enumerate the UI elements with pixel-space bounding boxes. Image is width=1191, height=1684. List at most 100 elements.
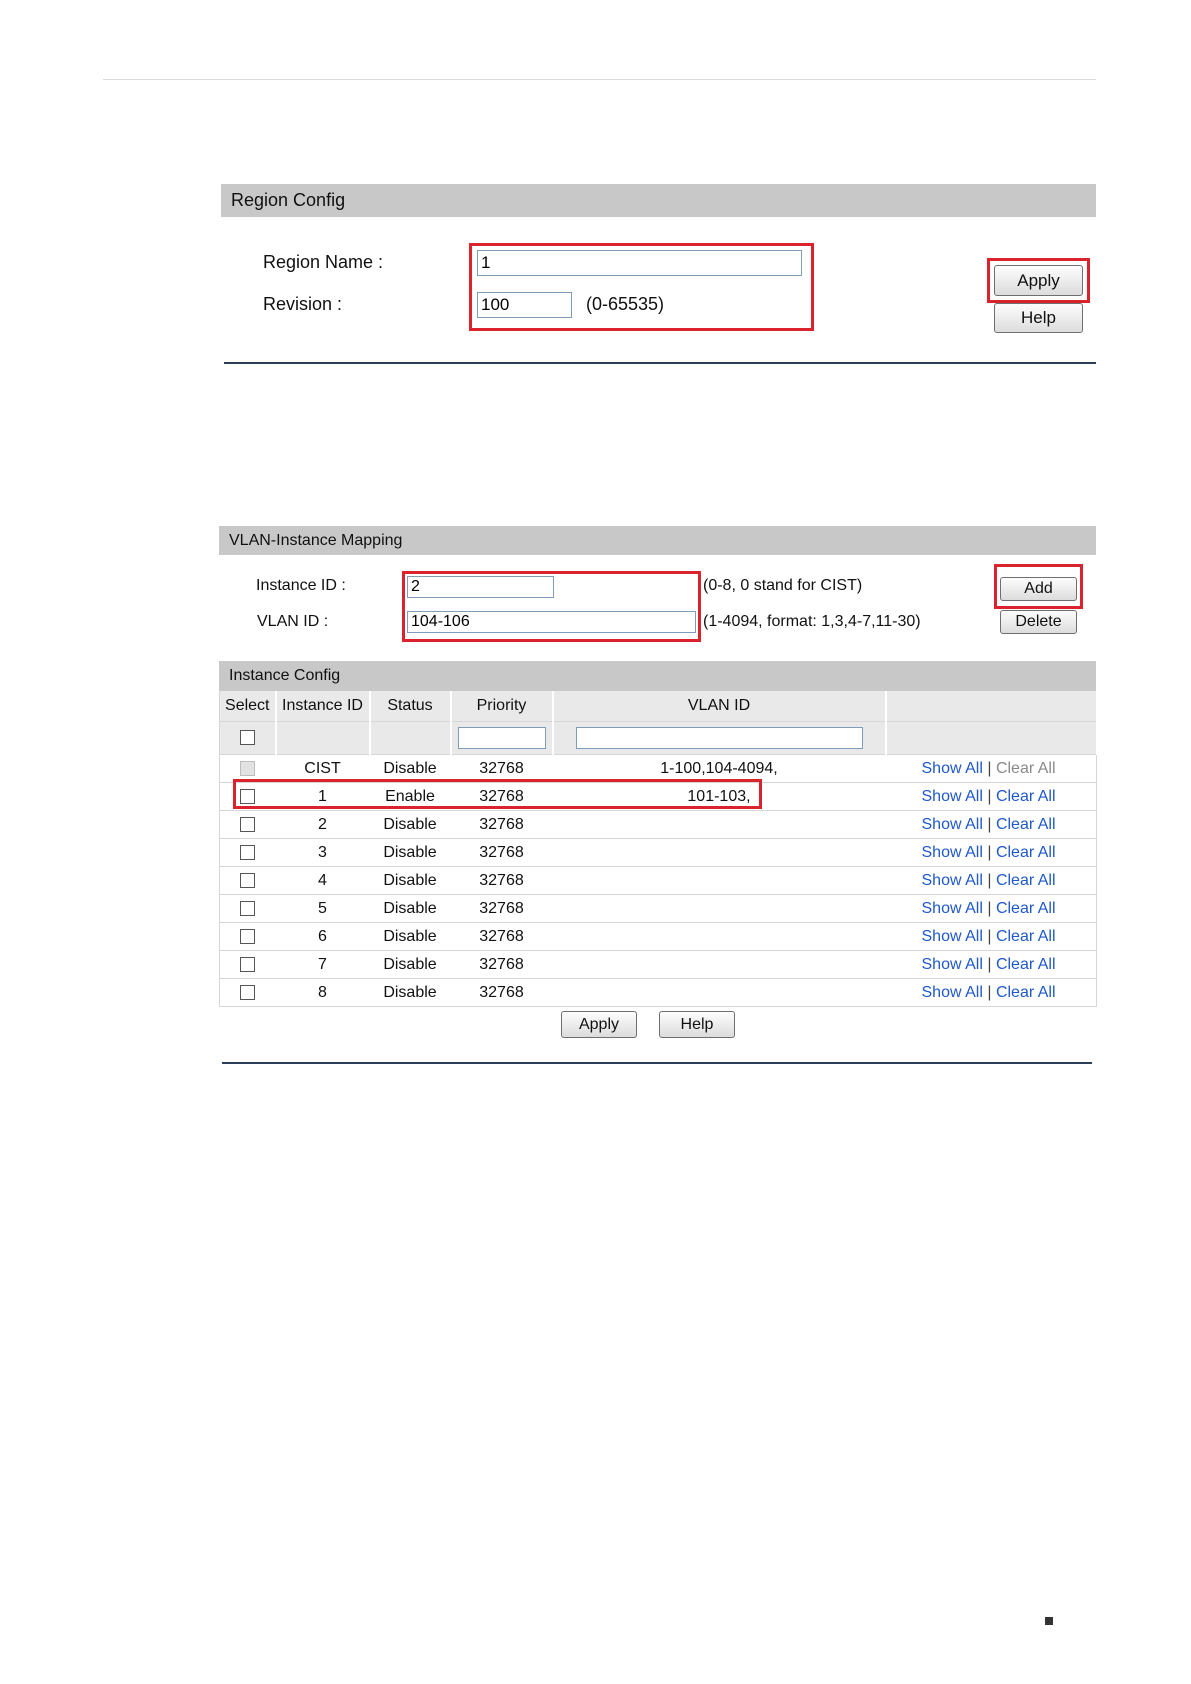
row-select-checkbox[interactable] [240,956,256,972]
row-actions: Show All | Clear All [885,978,1097,1007]
link-separator: | [987,871,992,889]
instance-id-input[interactable] [407,576,554,598]
row-select-checkbox[interactable] [240,900,256,916]
column-header-status: Status [369,691,452,722]
show-all-link[interactable]: Show All [922,984,983,1001]
table-row: 4 Disable 32768 Show All | Clear All [219,866,1097,895]
clear-all-link[interactable]: Clear All [996,788,1056,805]
row-instance-id: 6 [275,922,370,951]
row-actions: Show All | Clear All [885,810,1097,839]
row-priority: 32768 [450,894,553,923]
row-priority: 32768 [450,810,553,839]
row-select-checkbox[interactable] [240,872,256,888]
row-status: Disable [369,950,451,979]
row-instance-id: CIST [275,754,370,783]
link-separator: | [987,927,992,945]
row-select-checkbox[interactable] [240,816,256,832]
link-separator: | [987,955,992,973]
row-priority: 32768 [450,838,553,867]
clear-all-link[interactable]: Clear All [996,928,1056,945]
clear-all-link[interactable]: Clear All [996,844,1056,861]
link-separator: | [987,983,992,1001]
table-row: 2 Disable 32768 Show All | Clear All [219,810,1097,839]
row-actions: Show All | Clear All [885,894,1097,923]
delete-button[interactable]: Delete [1000,610,1077,634]
table-row: 1 Enable 32768 101-103, Show All | Clear All [219,782,1097,811]
row-actions: Show All | Clear All [885,866,1097,895]
row-actions: Show All | Clear All [885,782,1097,811]
table-row: 7 Disable 32768 Show All | Clear All [219,950,1097,979]
row-instance-id: 8 [275,978,370,1007]
row-priority: 32768 [450,782,553,811]
clear-all-link[interactable]: Clear All [996,984,1056,1001]
row-priority: 32768 [450,866,553,895]
row-select-checkbox [240,760,256,776]
region-apply-button[interactable]: Apply [994,265,1083,296]
show-all-link[interactable]: Show All [922,760,983,777]
region-config-header: Region Config [221,184,1096,217]
show-all-link[interactable]: Show All [922,900,983,917]
table-header-row: Select Instance ID Status Priority VLAN … [219,691,1098,722]
column-header-actions [885,691,1098,722]
row-vlan-id [552,810,886,839]
row-actions: Show All | Clear All [885,950,1097,979]
table-row: 3 Disable 32768 Show All | Clear All [219,838,1097,867]
column-header-priority: Priority [450,691,554,722]
row-status: Disable [369,894,451,923]
table-row: 8 Disable 32768 Show All | Clear All [219,978,1097,1007]
row-select-checkbox[interactable] [240,788,256,804]
clear-all-link[interactable]: Clear All [996,816,1056,833]
row-vlan-id [552,894,886,923]
row-vlan-id: 101-103, [552,782,886,811]
row-status: Disable [369,810,451,839]
show-all-link[interactable]: Show All [922,788,983,805]
region-config-bottom-rule [224,362,1096,364]
show-all-link[interactable]: Show All [922,956,983,973]
show-all-link[interactable]: Show All [922,928,983,945]
clear-all-link[interactable]: Clear All [996,900,1056,917]
row-instance-id: 4 [275,866,370,895]
vlan-id-batch-input[interactable] [575,727,863,749]
instance-apply-button[interactable]: Apply [561,1011,637,1038]
row-select-checkbox[interactable] [240,984,256,1000]
revision-input[interactable] [477,292,572,318]
instance-id-hint: (0-8, 0 stand for CIST) [703,577,863,594]
table-filter-row [219,721,1098,755]
show-all-link[interactable]: Show All [922,872,983,889]
row-status: Disable [369,922,451,951]
table-row: 6 Disable 32768 Show All | Clear All [219,922,1097,951]
row-actions: Show All | Clear All [885,838,1097,867]
show-all-link[interactable]: Show All [922,844,983,861]
link-separator: | [987,843,992,861]
row-select-checkbox[interactable] [240,928,256,944]
instance-config-table: Select Instance ID Status Priority VLAN … [219,691,1098,1007]
region-help-button[interactable]: Help [994,303,1083,333]
link-separator: | [987,815,992,833]
add-button[interactable]: Add [1000,577,1077,601]
instance-config-bottom-rule [222,1062,1092,1064]
select-all-checkbox[interactable] [239,730,255,746]
row-instance-id: 5 [275,894,370,923]
clear-all-link[interactable]: Clear All [996,872,1056,889]
row-actions: Show All | Clear All [885,922,1097,951]
table-row: CIST Disable 32768 1-100,104-4094, Show All … [219,754,1097,783]
revision-hint: (0-65535) [586,294,665,314]
column-header-instance-id: Instance ID [275,691,371,722]
row-vlan-id [552,950,886,979]
row-select-checkbox[interactable] [240,844,256,860]
row-vlan-id [552,866,886,895]
row-vlan-id: 1-100,104-4094, [552,754,886,783]
instance-id-label: Instance ID : [256,577,346,594]
row-vlan-id [552,922,886,951]
link-separator: | [987,899,992,917]
row-vlan-id [552,978,886,1007]
link-separator: | [987,759,992,777]
instance-help-button[interactable]: Help [659,1011,735,1038]
priority-batch-input[interactable] [457,727,546,749]
vlan-id-input[interactable] [407,611,696,633]
region-name-input[interactable] [477,250,802,276]
row-status: Disable [369,754,451,783]
row-instance-id: 3 [275,838,370,867]
clear-all-link[interactable]: Clear All [996,956,1056,973]
show-all-link[interactable]: Show All [922,816,983,833]
